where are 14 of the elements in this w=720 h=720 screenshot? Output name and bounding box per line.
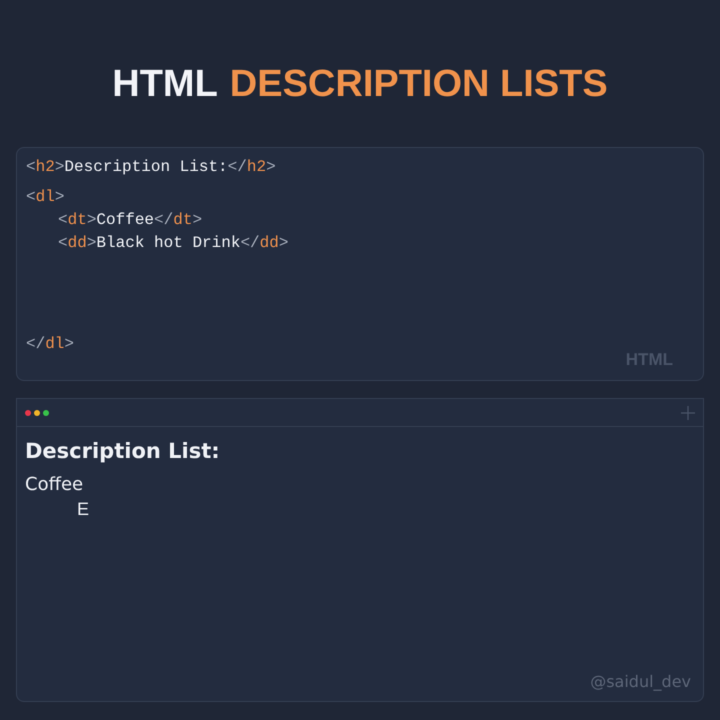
window-control-dot[interactable]	[34, 410, 40, 416]
description-text: E	[76, 498, 90, 521]
code-line: <dd>Black hot Drink</dd>	[58, 233, 290, 254]
preview-heading: Description List:	[25, 439, 221, 463]
term-text: Coffee	[25, 473, 84, 497]
code-line: <dt>Coffee</dt>	[58, 210, 204, 231]
window-control-dot[interactable]	[25, 410, 31, 416]
headline-word: DESCRIPTION LISTS	[230, 62, 608, 106]
code-line: <dl>	[26, 187, 66, 208]
author-handle: @saidul_dev	[590, 672, 691, 691]
window-control-dot[interactable]	[43, 410, 49, 416]
code-line: </dl>	[26, 334, 76, 355]
code-line: <h2>Description List:</h2>	[26, 157, 277, 178]
headline-word: HTML	[112, 62, 218, 106]
